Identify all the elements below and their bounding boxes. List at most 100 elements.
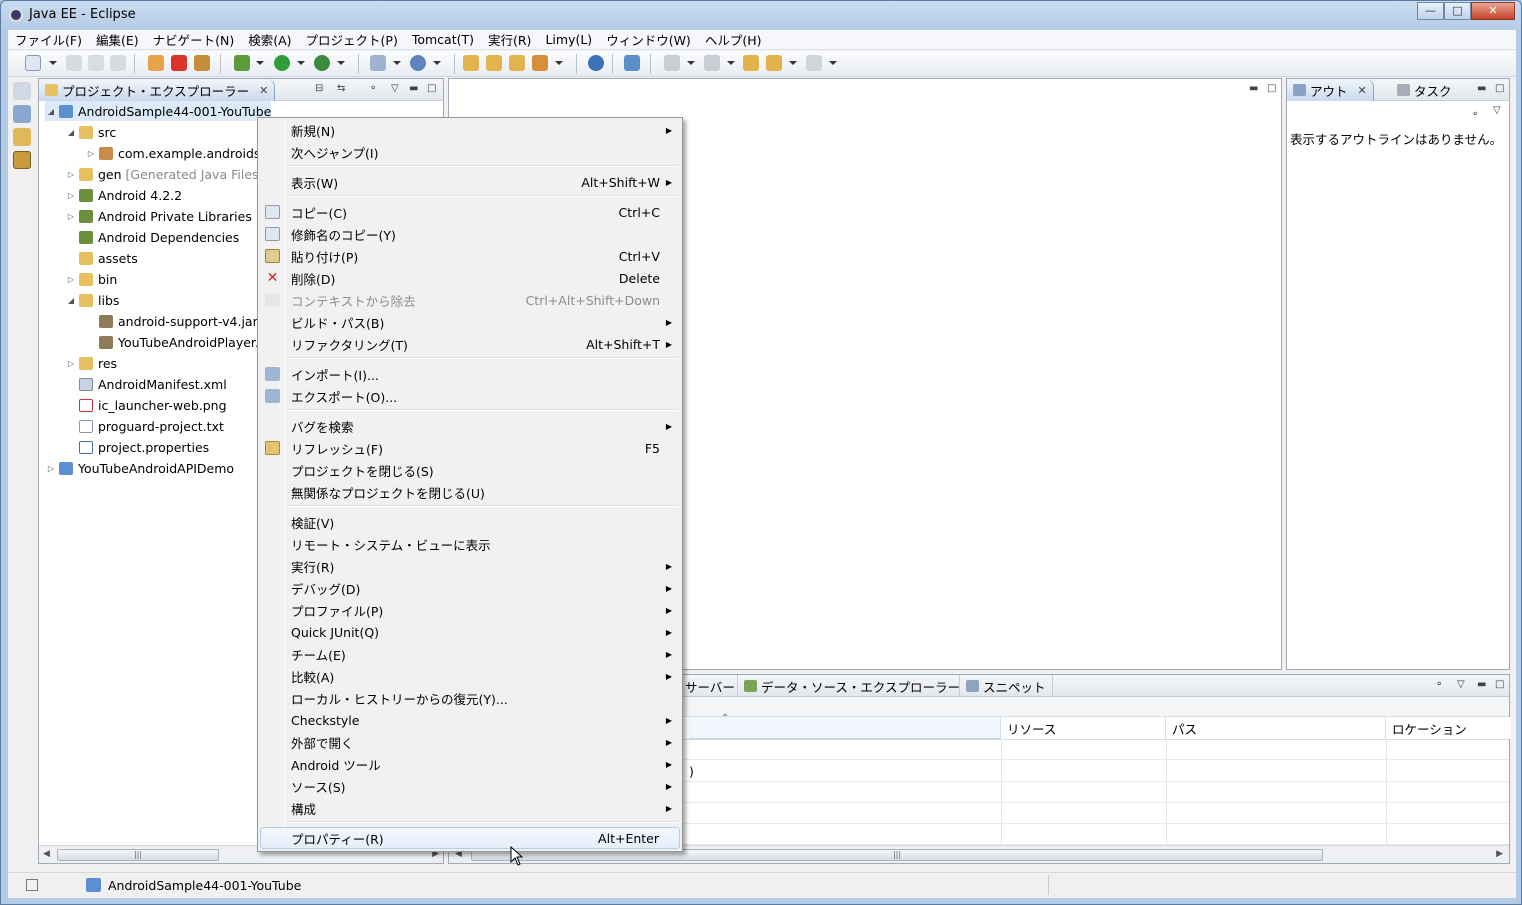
menu-item-properties[interactable]: プロパティー(R) Alt+Enter <box>260 827 680 849</box>
menu-item-debug-as[interactable]: デバッグ(D) ▶ <box>260 577 680 599</box>
menu-item-copy[interactable]: コピー(C) Ctrl+C <box>260 201 680 223</box>
tree-node-dependencies[interactable]: Android Dependencies <box>65 227 239 247</box>
tree-node-support-jar[interactable]: android-support-v4.jar <box>85 311 258 331</box>
menu-item-checkstyle[interactable]: Checkstyle ▶ <box>260 709 680 731</box>
chevron-down-icon[interactable] <box>337 61 345 65</box>
collapsed-icon[interactable]: ▷ <box>65 191 77 200</box>
forward-icon[interactable] <box>806 55 822 71</box>
menu-project[interactable]: プロジェクト(P) <box>299 30 405 49</box>
tree-node-proguard[interactable]: proguard-project.txt <box>65 416 224 436</box>
new-server-icon[interactable] <box>370 55 386 71</box>
menu-item-android-tools[interactable]: Android ツール ▶ <box>260 753 680 775</box>
tab-snippets[interactable]: スニペット <box>959 675 1053 697</box>
chevron-down-icon[interactable] <box>49 61 57 65</box>
chevron-down-icon[interactable] <box>727 61 735 65</box>
minimize-button[interactable]: — <box>1417 2 1444 20</box>
menu-item-close-unrelated-projects[interactable]: 無関係なプロジェクトを閉じる(U) <box>260 481 680 503</box>
tree-node-gen[interactable]: ▷ gen [Generated Java Files] <box>65 164 263 184</box>
menu-item-open-externally[interactable]: 外部で開く ▶ <box>260 731 680 753</box>
collapse-all-icon[interactable]: ⊟ <box>315 83 323 94</box>
column-path[interactable]: パス <box>1166 717 1386 739</box>
menu-item-refresh[interactable]: リフレッシュ(F) F5 <box>260 437 680 459</box>
menu-limy[interactable]: Limy(L) <box>538 32 599 47</box>
filter-icon[interactable]: ⚬ <box>1435 679 1443 690</box>
menu-file[interactable]: ファイル(F) <box>8 30 89 49</box>
minimize-view-icon[interactable]: ▬ <box>409 83 418 94</box>
server-icon[interactable] <box>148 55 164 71</box>
tab-data-source-explorer[interactable]: データ・ソース・エクスプローラー <box>737 675 966 697</box>
menu-item-show-in-remote-systems[interactable]: リモート・システム・ビューに表示 <box>260 533 680 555</box>
collapsed-icon[interactable]: ▷ <box>85 149 97 158</box>
collapsed-icon[interactable]: ▷ <box>45 464 57 473</box>
new-icon[interactable] <box>25 55 41 71</box>
chevron-down-icon[interactable] <box>555 61 563 65</box>
tree-node-youtube-jar[interactable]: YouTubeAndroidPlayerA <box>85 332 265 352</box>
collapsed-icon[interactable]: ▷ <box>65 170 77 179</box>
filter-icon[interactable]: ⚬ <box>369 83 377 94</box>
previous-annotation-icon[interactable] <box>704 55 720 71</box>
menu-item-find-bugs[interactable]: バグを検索 ▶ <box>260 415 680 437</box>
tree-node-android-4-2-2[interactable]: ▷ Android 4.2.2 <box>65 185 182 205</box>
android-sdk-icon[interactable] <box>624 55 640 71</box>
menu-item-new[interactable]: 新規(N) ▶ <box>260 119 680 141</box>
expanded-icon[interactable]: ◢ <box>65 296 77 305</box>
open-type-icon[interactable] <box>463 55 479 71</box>
menu-run[interactable]: 実行(R) <box>481 30 538 49</box>
tree-node-private-libraries[interactable]: ▷ Android Private Libraries <box>65 206 252 226</box>
next-annotation-icon[interactable] <box>664 55 680 71</box>
java-ee-perspective-icon[interactable] <box>13 105 31 123</box>
maximize-view-icon[interactable]: □ <box>427 83 436 94</box>
menu-item-delete[interactable]: ✕ 削除(D) Delete <box>260 267 680 289</box>
maximize-view-icon[interactable]: □ <box>1267 83 1276 94</box>
open-perspective-icon[interactable] <box>13 82 31 100</box>
debug-icon[interactable] <box>234 55 250 71</box>
menu-item-source[interactable]: ソース(S) ▶ <box>260 775 680 797</box>
maximize-view-icon[interactable]: □ <box>1495 679 1504 690</box>
menu-item-close-project[interactable]: プロジェクトを閉じる(S) <box>260 459 680 481</box>
column-description[interactable]: ⌃ <box>689 713 1001 739</box>
chevron-down-icon[interactable] <box>256 61 264 65</box>
tree-node-package[interactable]: ▷ com.example.androidsa <box>85 143 268 163</box>
menu-tomcat[interactable]: Tomcat(T) <box>405 32 481 47</box>
menu-navigate[interactable]: ナビゲート(N) <box>146 30 242 49</box>
svn-perspective-icon[interactable] <box>13 128 31 146</box>
tree-node-properties[interactable]: project.properties <box>65 437 209 457</box>
fast-view-icon[interactable] <box>26 879 38 891</box>
globe-icon[interactable] <box>588 55 604 71</box>
menu-item-build-path[interactable]: ビルド・パス(B) ▶ <box>260 311 680 333</box>
view-menu-icon[interactable]: ▽ <box>1457 679 1465 690</box>
tree-node-manifest[interactable]: AndroidManifest.xml <box>65 374 227 394</box>
stop-server-icon[interactable] <box>171 55 187 71</box>
close-icon[interactable]: ✕ <box>259 84 268 97</box>
collapsed-icon[interactable]: ▷ <box>65 212 77 221</box>
menu-item-compare-with[interactable]: 比較(A) ▶ <box>260 665 680 687</box>
close-icon[interactable]: ✕ <box>1358 84 1367 97</box>
run-icon[interactable] <box>274 55 290 71</box>
tree-node-src[interactable]: ◢ src <box>65 122 116 142</box>
menu-item-go-into[interactable]: 次へジャンプ(I) <box>260 141 680 163</box>
chevron-down-icon[interactable] <box>687 61 695 65</box>
tab-project-explorer[interactable]: プロジェクト・エクスプローラー ✕ <box>39 79 276 101</box>
scroll-thumb[interactable]: ||| <box>57 849 219 861</box>
menu-item-import[interactable]: インポート(I)... <box>260 363 680 385</box>
scroll-right-icon[interactable]: ▶ <box>1496 849 1503 859</box>
chevron-down-icon[interactable] <box>297 61 305 65</box>
tree-node-project[interactable]: ◢ AndroidSample44-001-YouTube <box>45 101 272 121</box>
menu-search[interactable]: 検索(A) <box>241 30 298 49</box>
menu-item-quick-junit[interactable]: Quick JUnit(Q) ▶ <box>260 621 680 643</box>
view-menu-icon[interactable]: ▽ <box>391 83 399 94</box>
tree-node-launcher-png[interactable]: ic_launcher-web.png <box>65 395 227 415</box>
new-class-icon[interactable] <box>410 55 426 71</box>
maximize-view-icon[interactable]: □ <box>1495 83 1504 94</box>
tree-node-api-demo[interactable]: ▷ YouTubeAndroidAPIDemo <box>45 458 234 478</box>
last-edit-icon[interactable] <box>743 55 759 71</box>
run-external-tools-icon[interactable] <box>314 55 330 71</box>
close-button[interactable]: ✕ <box>1471 2 1515 20</box>
tab-servers[interactable]: サーバー <box>679 675 741 697</box>
menu-edit[interactable]: 編集(E) <box>89 30 146 49</box>
search-icon[interactable] <box>532 55 548 71</box>
column-resource[interactable]: リソース <box>1001 717 1166 739</box>
menu-window[interactable]: ウィンドウ(W) <box>599 30 698 49</box>
menu-item-copy-qualified-name[interactable]: 修飾名のコピー(Y) <box>260 223 680 245</box>
view-menu-icon[interactable]: ▽ <box>1493 105 1501 116</box>
